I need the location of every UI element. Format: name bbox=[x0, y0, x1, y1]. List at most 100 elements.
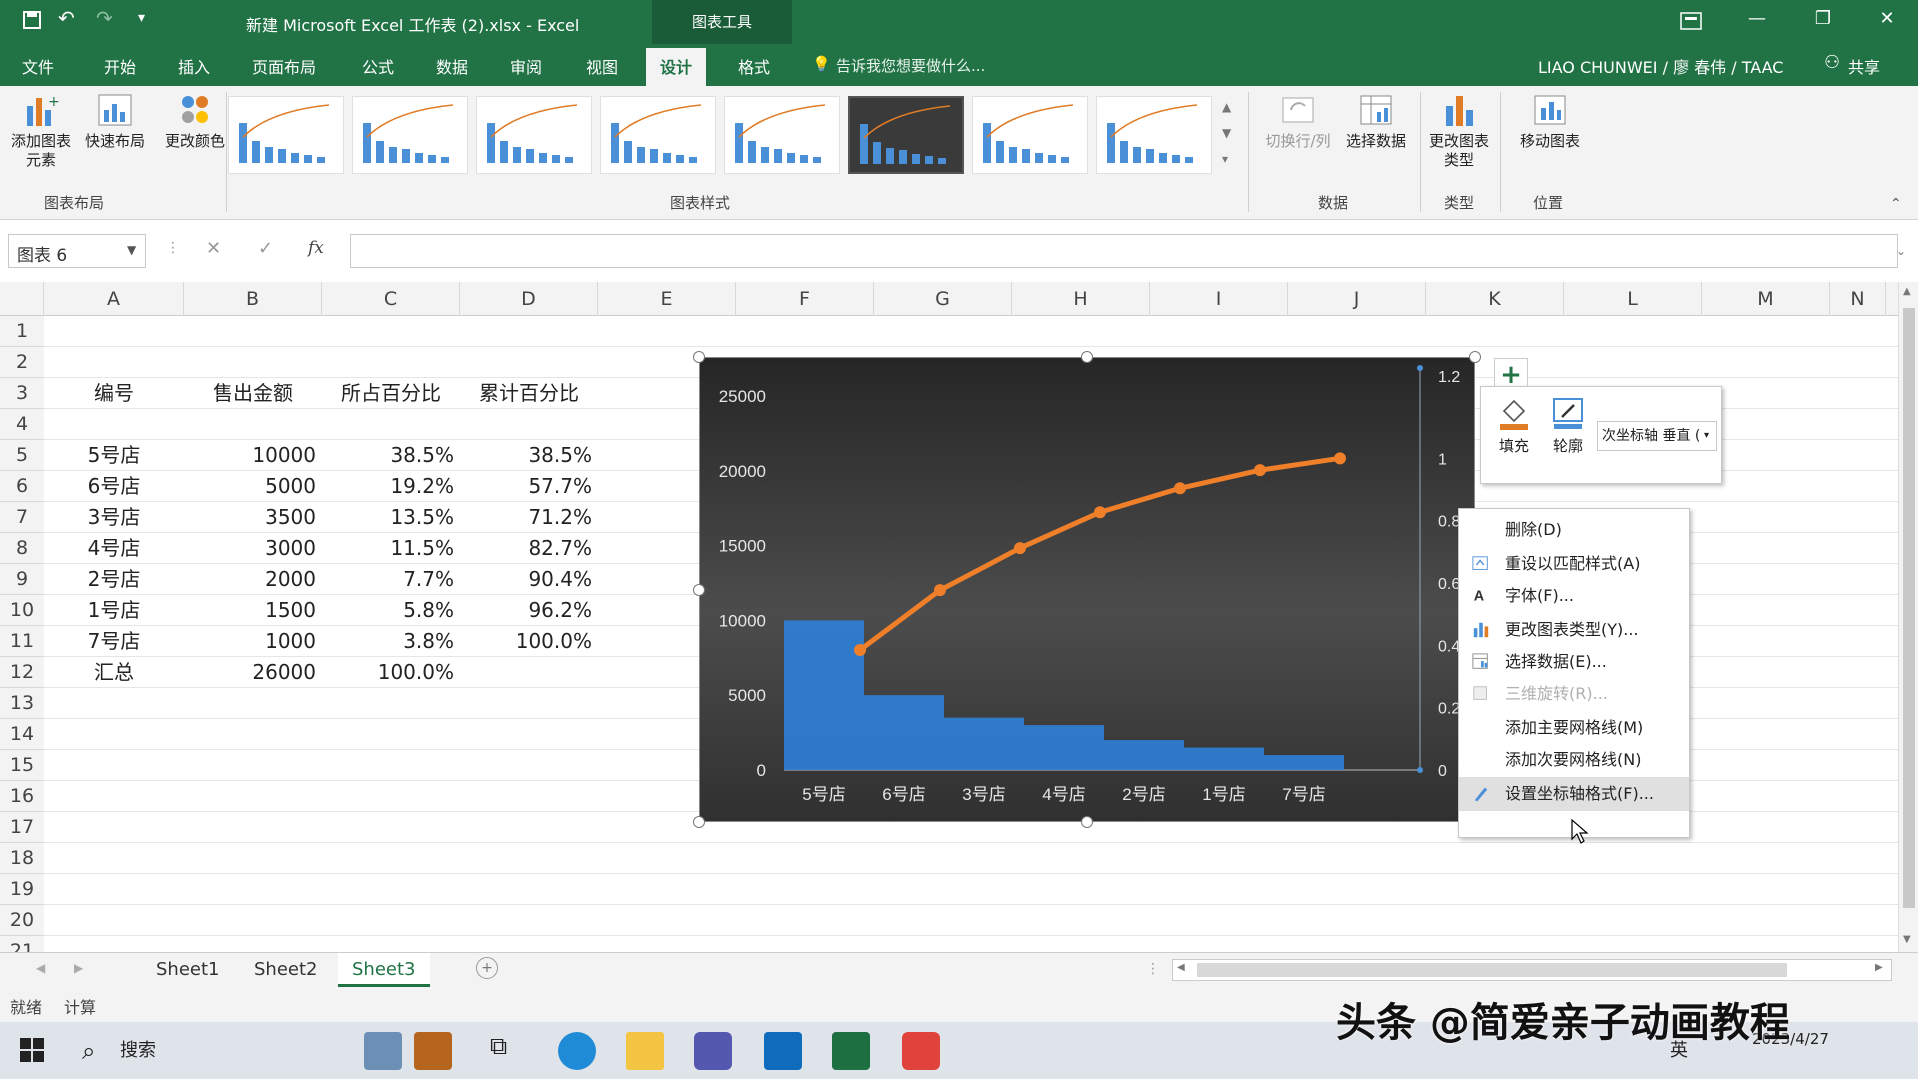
cell[interactable]: 售出金额 bbox=[184, 378, 322, 409]
line-point[interactable] bbox=[1254, 464, 1266, 477]
context-menu-item[interactable]: 重设以匹配样式(A) bbox=[1459, 547, 1689, 581]
line-point[interactable] bbox=[1094, 506, 1106, 519]
cell[interactable]: 编号 bbox=[44, 378, 184, 409]
fill-button[interactable]: 填充 bbox=[1489, 395, 1539, 456]
chart-style-thumb[interactable] bbox=[1096, 96, 1212, 174]
cell[interactable]: 7.7% bbox=[322, 564, 460, 595]
task-view-icon[interactable]: ⧉ bbox=[490, 1032, 528, 1070]
close-button[interactable]: ✕ bbox=[1872, 8, 1902, 29]
add-chart-element-button[interactable]: + 添加图表元素 bbox=[4, 92, 78, 170]
bar[interactable] bbox=[944, 717, 1024, 770]
gallery-down-icon[interactable]: ▼ bbox=[1222, 126, 1231, 140]
sheet-splitter-icon[interactable]: ⋮ bbox=[1146, 961, 1160, 977]
gallery-more-icon[interactable]: ▾ bbox=[1222, 152, 1228, 166]
quick-layout-button[interactable]: 快速布局 bbox=[80, 92, 150, 151]
chart-style-thumb[interactable] bbox=[972, 96, 1088, 174]
context-menu-item[interactable]: 删除(D) bbox=[1459, 513, 1689, 547]
context-menu-item[interactable]: 更改图表类型(Y)... bbox=[1459, 613, 1689, 647]
row-header[interactable]: 17 bbox=[0, 812, 44, 843]
chart-style-thumb[interactable] bbox=[848, 96, 964, 174]
row-header[interactable]: 14 bbox=[0, 719, 44, 750]
formula-input[interactable] bbox=[350, 234, 1898, 268]
teams-icon[interactable] bbox=[694, 1032, 732, 1070]
cell[interactable]: 2000 bbox=[184, 564, 322, 595]
expand-formula-icon[interactable]: ⌄ bbox=[1896, 244, 1906, 258]
customize-qat-icon[interactable]: ▾ bbox=[138, 10, 145, 26]
save-icon[interactable] bbox=[22, 10, 42, 30]
column-header[interactable]: L bbox=[1564, 282, 1702, 316]
row-header[interactable]: 1 bbox=[0, 316, 44, 347]
bar[interactable] bbox=[864, 695, 944, 770]
cell[interactable]: 82.7% bbox=[460, 533, 598, 564]
name-box[interactable]: 图表 6 ▼ bbox=[8, 234, 146, 268]
scroll-left-icon[interactable]: ◀ bbox=[1177, 962, 1185, 973]
line-point[interactable] bbox=[854, 644, 866, 657]
context-menu-item[interactable]: 添加次要网格线(N) bbox=[1459, 743, 1689, 777]
cell[interactable]: 1000 bbox=[184, 626, 322, 657]
row-header[interactable]: 18 bbox=[0, 843, 44, 874]
line-point[interactable] bbox=[1014, 542, 1026, 555]
chart-style-thumb[interactable] bbox=[600, 96, 716, 174]
cell[interactable]: 5000 bbox=[184, 471, 322, 502]
column-header[interactable]: D bbox=[460, 282, 598, 316]
row-header[interactable]: 15 bbox=[0, 750, 44, 781]
minimize-button[interactable]: — bbox=[1742, 8, 1772, 29]
row-header[interactable]: 13 bbox=[0, 688, 44, 719]
change-chart-type-button[interactable]: 更改图表类型 bbox=[1424, 92, 1494, 170]
undo-icon[interactable]: ↶ bbox=[58, 6, 75, 30]
column-header[interactable]: N bbox=[1830, 282, 1886, 316]
cell[interactable]: 3.8% bbox=[322, 626, 460, 657]
cell[interactable]: 7号店 bbox=[44, 626, 184, 657]
chart-style-thumb[interactable] bbox=[724, 96, 840, 174]
cell[interactable]: 71.2% bbox=[460, 502, 598, 533]
next-sheet-icon[interactable]: ▶ bbox=[74, 961, 83, 975]
briefcase-icon[interactable] bbox=[414, 1032, 452, 1070]
row-header[interactable]: 9 bbox=[0, 564, 44, 595]
cell[interactable]: 100.0% bbox=[322, 657, 460, 688]
move-chart-button[interactable]: 移动图表 bbox=[1508, 92, 1592, 151]
line-point[interactable] bbox=[1174, 482, 1186, 495]
enter-icon[interactable]: ✓ bbox=[258, 238, 273, 259]
chart-canvas[interactable]: 25000 20000 15000 10000 5000 0 1.2 1 0.8 0.6 0.4 0.… bbox=[700, 358, 1476, 823]
cell[interactable]: 5号店 bbox=[44, 440, 184, 471]
gallery-up-icon[interactable]: ▲ bbox=[1222, 100, 1231, 114]
row-header[interactable]: 6 bbox=[0, 471, 44, 502]
outlook-icon[interactable] bbox=[764, 1032, 802, 1070]
sheet-tab-3[interactable]: Sheet3 bbox=[338, 953, 430, 987]
row-header[interactable]: 12 bbox=[0, 657, 44, 688]
column-header[interactable]: E bbox=[598, 282, 736, 316]
change-colors-button[interactable]: 更改颜色 bbox=[160, 92, 230, 151]
restore-button[interactable]: ❐ bbox=[1808, 8, 1838, 29]
column-header[interactable]: B bbox=[184, 282, 322, 316]
resize-handle[interactable] bbox=[693, 351, 705, 363]
row-header[interactable]: 10 bbox=[0, 595, 44, 626]
h-scroll-thumb[interactable] bbox=[1197, 963, 1787, 977]
cell[interactable]: 19.2% bbox=[322, 471, 460, 502]
new-sheet-icon[interactable]: + bbox=[476, 957, 498, 979]
tab-format[interactable]: 格式 bbox=[738, 54, 770, 78]
cell[interactable]: 4号店 bbox=[44, 533, 184, 564]
axis-selection-handle[interactable] bbox=[1417, 365, 1423, 371]
row-header[interactable]: 7 bbox=[0, 502, 44, 533]
cell[interactable]: 汇总 bbox=[44, 657, 184, 688]
row-header[interactable]: 11 bbox=[0, 626, 44, 657]
context-menu-item[interactable]: 添加主要网格线(M) bbox=[1459, 711, 1689, 745]
tab-data[interactable]: 数据 bbox=[436, 54, 468, 78]
tab-formulas[interactable]: 公式 bbox=[362, 54, 394, 78]
scroll-right-icon[interactable]: ▶ bbox=[1875, 962, 1883, 973]
collapse-ribbon-icon[interactable]: ⌃ bbox=[1890, 196, 1902, 212]
row-header[interactable]: 2 bbox=[0, 347, 44, 378]
edge-browser-icon[interactable] bbox=[558, 1032, 596, 1070]
select-data-button[interactable]: 选择数据 bbox=[1338, 92, 1414, 151]
column-header[interactable]: F bbox=[736, 282, 874, 316]
prev-sheet-icon[interactable]: ◀ bbox=[36, 961, 45, 975]
resize-handle[interactable] bbox=[693, 816, 705, 828]
bar[interactable] bbox=[1184, 747, 1264, 770]
row-header[interactable]: 19 bbox=[0, 874, 44, 905]
column-header[interactable]: G bbox=[874, 282, 1012, 316]
column-header[interactable]: H bbox=[1012, 282, 1150, 316]
user-name[interactable]: LIAO CHUNWEI / 廖 春伟 / TAAC bbox=[1538, 54, 1783, 78]
cell[interactable]: 1号店 bbox=[44, 595, 184, 626]
scroll-up-icon[interactable]: ▲ bbox=[1903, 286, 1911, 297]
tell-me-box[interactable]: 告诉我您想要做什么... bbox=[836, 55, 985, 76]
